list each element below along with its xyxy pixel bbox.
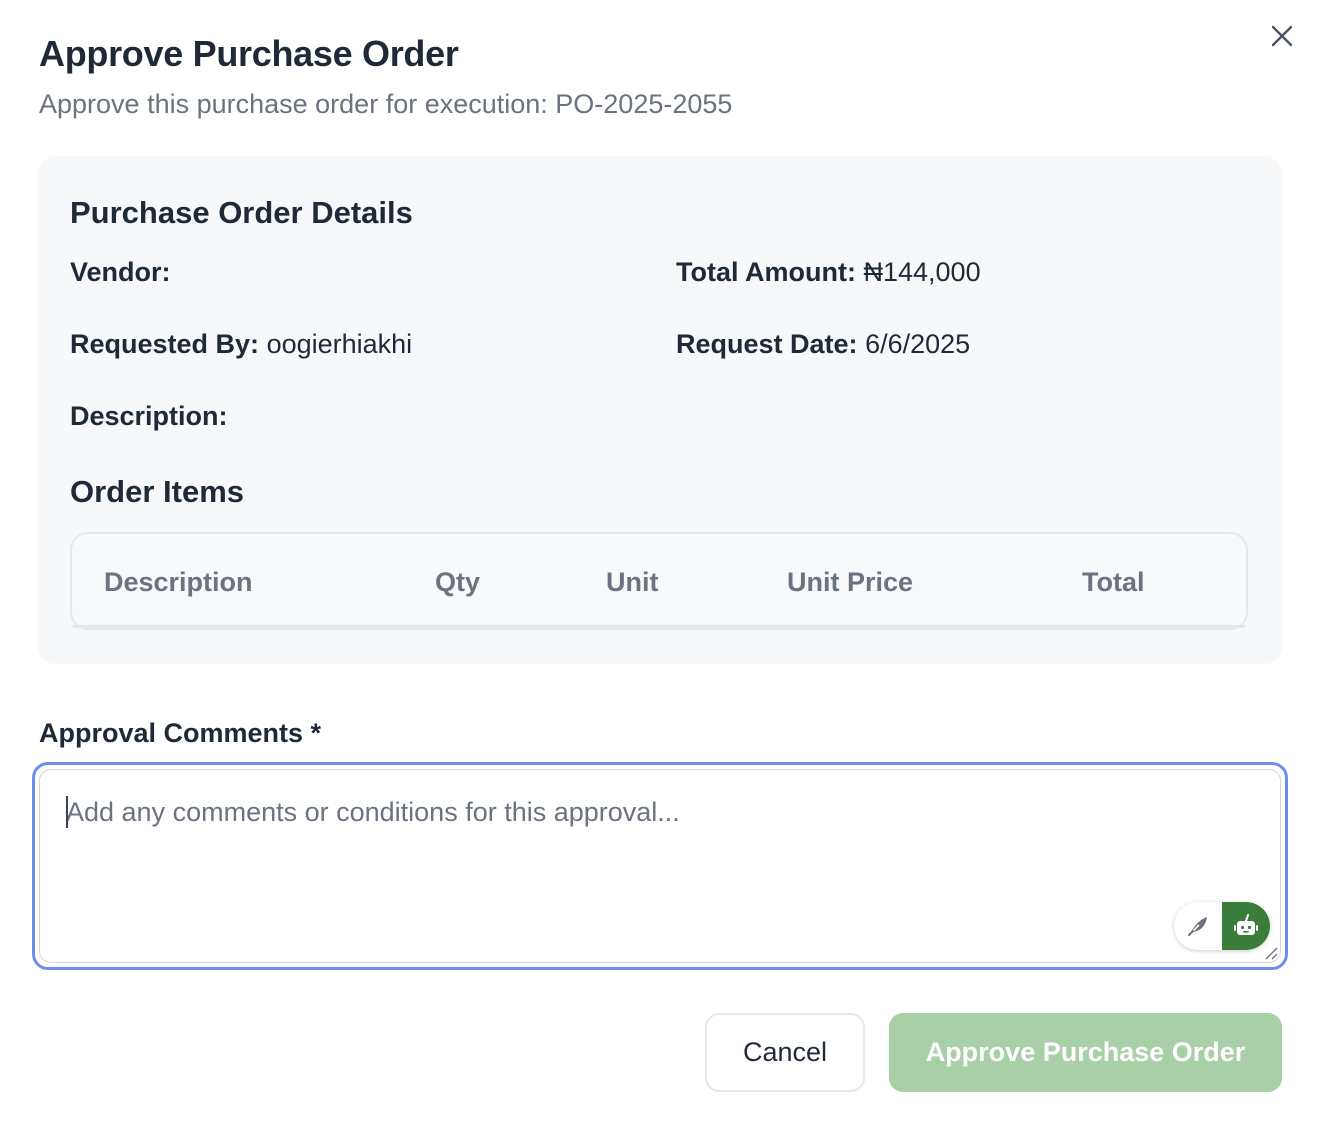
requested-by-field: Requested By: oogierhiakhi [70, 326, 412, 362]
dialog-title: Approve Purchase Order [39, 33, 459, 74]
purchase-order-details-panel: Purchase Order Details Vendor: Total Amo… [38, 156, 1282, 664]
column-header-total: Total [1082, 567, 1145, 597]
description-label: Description: [70, 401, 228, 431]
requested-by-label: Requested By: [70, 329, 260, 359]
robot-icon [1234, 914, 1258, 935]
approval-comments-placeholder: Add any comments or conditions for this … [66, 797, 680, 827]
request-date-field: Request Date: 6/6/2025 [676, 326, 970, 362]
approve-purchase-order-dialog: Approve Purchase Order Approve this purc… [0, 0, 1320, 1134]
column-header-unit: Unit [606, 567, 659, 597]
order-items-table: Description Qty Unit Unit Price Total [70, 532, 1248, 630]
feather-button[interactable] [1174, 902, 1222, 950]
dialog-subtitle: Approve this purchase order for executio… [39, 89, 733, 119]
vendor-field: Vendor: [70, 254, 171, 290]
cancel-button[interactable]: Cancel [705, 1013, 865, 1092]
feather-icon [1188, 917, 1207, 936]
approval-comments-label: Approval Comments * [39, 718, 322, 748]
details-section-title: Purchase Order Details [70, 195, 413, 230]
description-field: Description: [70, 398, 228, 434]
column-header-description: Description [104, 567, 253, 597]
total-amount-field: Total Amount: ₦144,000 [676, 254, 981, 290]
approve-purchase-order-button[interactable]: Approve Purchase Order [889, 1013, 1282, 1092]
total-amount-value: ₦144,000 [863, 257, 981, 287]
close-icon [1271, 25, 1293, 47]
requested-by-value: oogierhiakhi [266, 329, 413, 359]
text-caret [66, 796, 68, 828]
request-date-label: Request Date: [676, 329, 858, 359]
close-button[interactable] [1266, 20, 1298, 52]
request-date-value: 6/6/2025 [865, 329, 971, 359]
order-items-title: Order Items [70, 474, 245, 509]
writing-assist-group [1174, 902, 1270, 950]
approval-comments-textarea[interactable]: Add any comments or conditions for this … [39, 769, 1281, 963]
column-header-qty: Qty [435, 567, 481, 597]
resize-handle-icon[interactable] [1262, 944, 1278, 960]
total-amount-label: Total Amount: [676, 257, 856, 287]
ai-assistant-button[interactable] [1222, 902, 1270, 950]
approval-comments-field[interactable]: Add any comments or conditions for this … [32, 762, 1288, 970]
vendor-label: Vendor: [70, 257, 171, 287]
column-header-unit-price: Unit Price [787, 567, 914, 597]
